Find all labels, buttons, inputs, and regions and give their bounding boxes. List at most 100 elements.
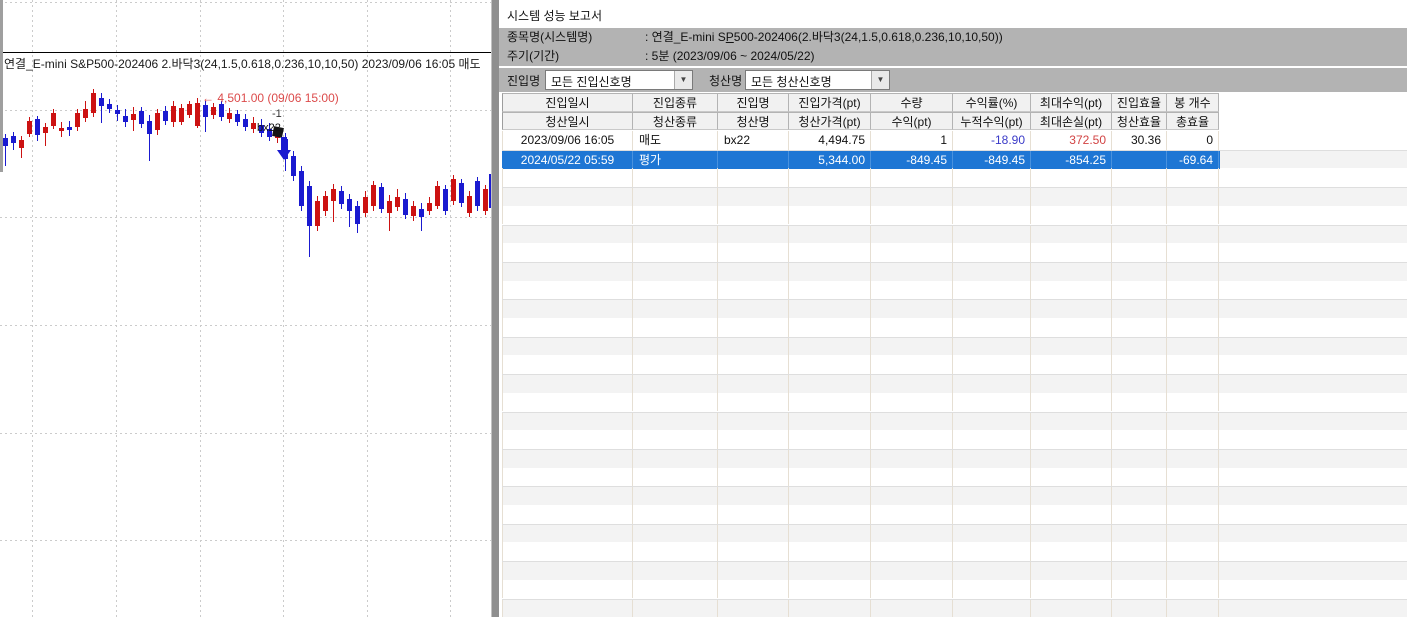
table-cell-empty (718, 318, 789, 337)
candle-body (227, 113, 232, 119)
table-cell-empty (718, 226, 789, 245)
exit-filter-select[interactable]: 모든 청산신호명 ▼ (745, 70, 890, 90)
candle-body (331, 189, 336, 201)
panel-splitter[interactable] (491, 0, 499, 617)
table-cell-empty (953, 226, 1031, 245)
header-row-entry: 진입일시진입종류진입명진입가격(pt)수량수익률(%)최대수익(pt)진입효율봉… (502, 93, 1220, 112)
table-cell-empty (502, 450, 633, 469)
candle-body (59, 128, 64, 131)
table-cell-empty (871, 487, 953, 506)
performance-report-panel: 시스템 성능 보고서 종목명(시스템명) : 연결_E-mini SP500-2… (499, 0, 1407, 617)
table-row-empty (502, 318, 1407, 337)
peak-price-annotation: ← 4,501.00 (09/06 15:00) (202, 91, 339, 105)
candle-body (19, 140, 24, 148)
table-cell-empty (789, 393, 871, 412)
table-cell-empty (718, 487, 789, 506)
table-cell-empty (1167, 413, 1219, 432)
table-cell-empty (1167, 355, 1219, 374)
table-cell-empty (1031, 318, 1112, 337)
table-cell (718, 151, 789, 170)
period-value: : 5분 (2023/09/06 ~ 2024/05/22) (645, 47, 815, 66)
chevron-down-icon[interactable]: ▼ (674, 71, 692, 89)
candle-body (115, 110, 120, 114)
table-cell-empty (789, 355, 871, 374)
table-cell-empty (502, 168, 633, 187)
header-cell: 최대수익(pt) (1031, 93, 1112, 112)
table-row-empty (502, 599, 1407, 617)
table-cell-empty (953, 505, 1031, 524)
table-cell-empty (871, 413, 953, 432)
row-cells: 2023/09/06 16:05매도bx224,494.751-18.90372… (502, 131, 1220, 150)
table-cell-empty (871, 505, 953, 524)
table-cell-empty (789, 580, 871, 599)
table-cell: -854.25 (1031, 151, 1112, 170)
row-cells-empty (502, 338, 1220, 357)
candle-body (83, 109, 88, 118)
table-row-empty (502, 505, 1407, 524)
table-cell-empty (718, 355, 789, 374)
candle-body (251, 123, 256, 129)
table-cell-empty (1031, 525, 1112, 544)
table-cell-empty (953, 168, 1031, 187)
table-cell-empty (1031, 281, 1112, 300)
table-cell-empty (871, 450, 953, 469)
table-cell-empty (633, 580, 718, 599)
row-cells-empty (502, 188, 1220, 207)
period-label: 주기(기간) (507, 47, 559, 66)
table-cell-empty (1031, 487, 1112, 506)
candle-body (35, 119, 40, 135)
table-row[interactable]: 2024/05/22 05:59평가5,344.00-849.45-849.45… (502, 150, 1407, 169)
table-cell: 2024/05/22 05:59 (502, 151, 633, 170)
table-cell-empty (1031, 243, 1112, 262)
candle-body (339, 191, 344, 204)
row-cells-empty (502, 468, 1220, 487)
table-cell-empty (789, 318, 871, 337)
exit-filter-label: 청산명 (709, 72, 742, 89)
table-row-empty (502, 486, 1407, 505)
table-cell-empty (502, 487, 633, 506)
table-cell-empty (502, 226, 633, 245)
table-row-empty (502, 561, 1407, 580)
chart-panel: 연결_E-mini S&P500-202406 2.바닥3(24,1.5,0.6… (0, 0, 491, 617)
table-cell-empty (633, 300, 718, 319)
table-cell-empty (1031, 226, 1112, 245)
table-row-empty (502, 449, 1407, 468)
header-cell: 청산효율 (1112, 112, 1167, 131)
table-cell-empty (871, 580, 953, 599)
table-cell-empty (1112, 168, 1167, 187)
header-cell: 수익(pt) (871, 112, 953, 131)
chevron-down-icon[interactable]: ▼ (871, 71, 889, 89)
table-row[interactable]: 2023/09/06 16:05매도bx224,494.751-18.90372… (502, 131, 1407, 150)
header-cell: 진입효율 (1112, 93, 1167, 112)
candle-body (387, 201, 392, 213)
table-cell-empty (1167, 338, 1219, 357)
table-cell: 2023/09/06 16:05 (502, 131, 633, 150)
table-cell-empty (1112, 525, 1167, 544)
table-cell-empty (502, 318, 633, 337)
table-cell-empty (789, 525, 871, 544)
table-cell-empty (1031, 562, 1112, 581)
table-cell-empty (1112, 580, 1167, 599)
table-cell-empty (1112, 355, 1167, 374)
header-cell: 청산명 (718, 112, 789, 131)
table-cell-empty (502, 580, 633, 599)
table-row-empty (502, 524, 1407, 543)
candle-body (363, 197, 368, 213)
table-cell-empty (953, 318, 1031, 337)
table-cell-empty (1031, 393, 1112, 412)
table-cell: -18.90 (953, 131, 1031, 150)
table-cell-empty (953, 281, 1031, 300)
candle-body (171, 106, 176, 122)
table-cell-empty (953, 450, 1031, 469)
symbol-label: 종목명(시스템명) (507, 28, 592, 47)
table-cell-empty (1031, 188, 1112, 207)
table-cell-empty (502, 525, 633, 544)
table-cell-empty (871, 338, 953, 357)
row-cells-empty (502, 413, 1220, 432)
table-cell-empty (502, 468, 633, 487)
entry-filter-select[interactable]: 모든 진입신호명 ▼ (545, 70, 693, 90)
table-cell-empty (871, 393, 953, 412)
candle-body (235, 114, 240, 122)
table-cell-empty (953, 393, 1031, 412)
table-cell-empty (1112, 226, 1167, 245)
